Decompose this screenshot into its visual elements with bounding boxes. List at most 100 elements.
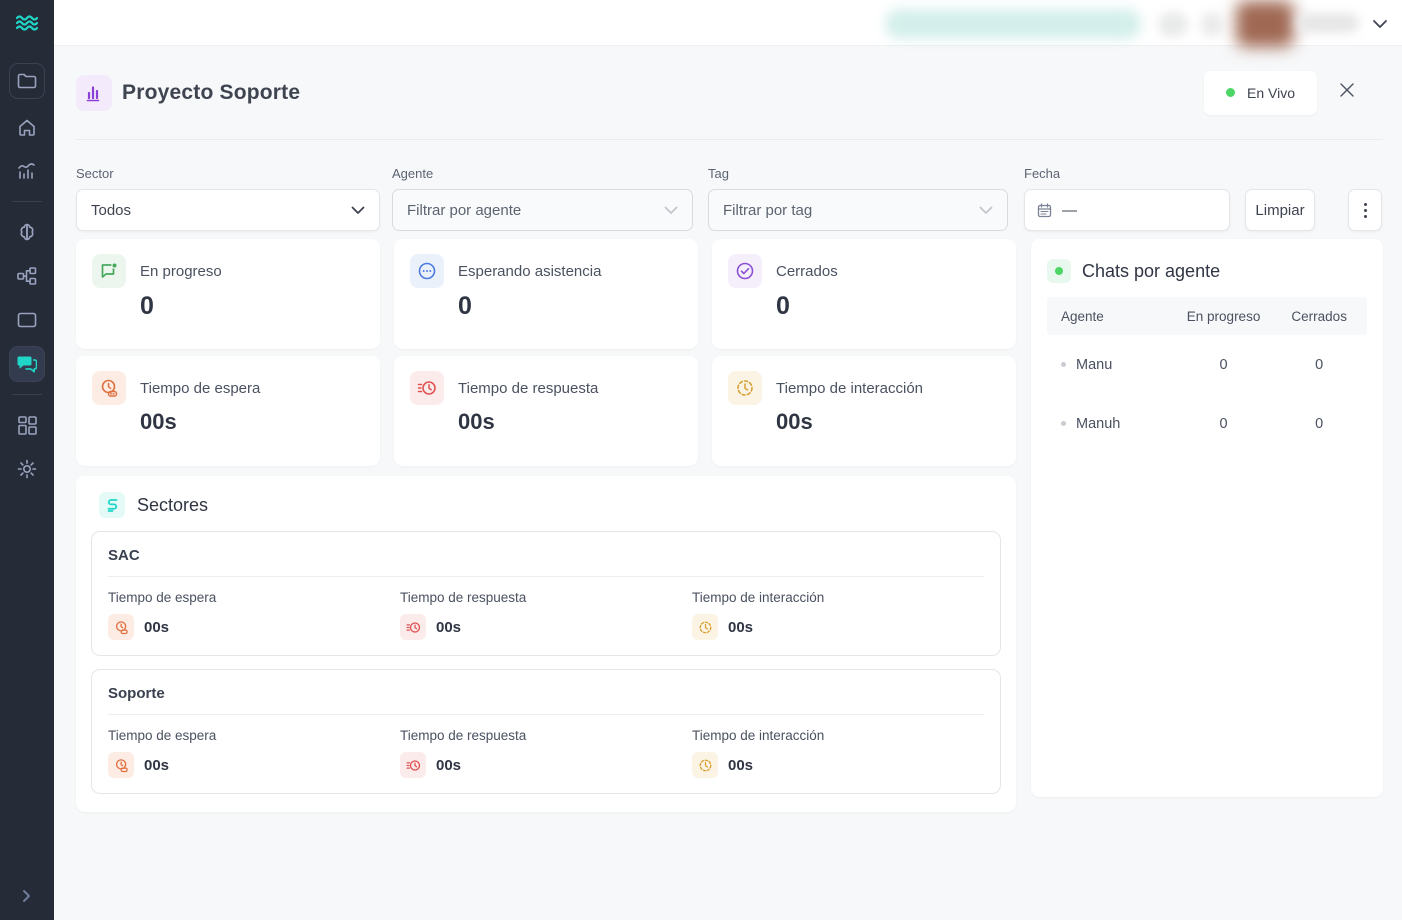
agent-bullet-icon [1061, 421, 1066, 426]
stat-label: Tiempo de espera [140, 380, 260, 397]
agente-filter-label: Agente [392, 166, 693, 181]
tag-select[interactable]: Filtrar por tag [708, 189, 1008, 231]
sidebar-item-workflows[interactable] [9, 258, 45, 294]
sidebar-item-analytics[interactable] [9, 153, 45, 189]
metric-tiempo-espera: Tiempo de espera [108, 728, 400, 778]
stat-card-esperando-asistencia: Esperando asistencia 0 [394, 239, 698, 349]
metric-tiempo-respuesta: Tiempo de respuesta [400, 728, 692, 778]
metric-label: Tiempo de interacción [692, 728, 984, 743]
sidebar-item-settings[interactable] [9, 451, 45, 487]
metric-value: 00s [436, 619, 461, 636]
app-window: Proyecto Soporte En Vivo Sector Tod [0, 0, 1402, 920]
stat-value: 0 [458, 292, 682, 321]
chevron-down-icon [351, 206, 365, 215]
sidebar-item-dashboard[interactable] [9, 407, 45, 443]
fecha-value: — [1062, 202, 1077, 219]
sidebar-item-home[interactable] [9, 109, 45, 145]
metric-label: Tiempo de espera [108, 728, 400, 743]
filter-bar: Sector Todos Agente Filtrar por agente [76, 166, 1383, 231]
more-options-button[interactable] [1348, 189, 1382, 231]
sector-card-sac: SAC Tiempo de espera [91, 531, 1001, 656]
sidebar-item-chats[interactable] [9, 346, 45, 382]
clock-dashed-icon [692, 614, 718, 640]
live-dot-icon [1226, 88, 1235, 97]
stats-column: En progreso 0 [76, 239, 1016, 812]
chevron-down-icon [979, 206, 993, 215]
sector-select[interactable]: Todos [76, 189, 380, 231]
column-header-en-progreso: En progreso [1176, 309, 1272, 324]
fecha-filter-label: Fecha [1024, 166, 1230, 181]
close-dashboard-button[interactable] [1339, 82, 1355, 103]
sectores-section: Sectores SAC Tiempo de espera [76, 476, 1016, 812]
clock-speed-icon [400, 752, 426, 778]
tag-filter-label: Tag [708, 166, 1008, 181]
clock-speed-icon [400, 614, 426, 640]
stat-value: 00s [776, 409, 1000, 435]
home-icon [17, 118, 37, 137]
chevron-down-icon [1372, 19, 1388, 29]
project-chart-icon [76, 75, 112, 111]
stat-card-cerrados: Cerrados 0 [712, 239, 1016, 349]
avatar [1236, 1, 1294, 47]
stat-label: En progreso [140, 263, 222, 280]
clear-filters-button[interactable]: Limpiar [1245, 189, 1315, 231]
live-label: En Vivo [1247, 85, 1295, 101]
kebab-icon [1364, 203, 1367, 206]
live-dot-icon [1047, 259, 1071, 283]
metric-tiempo-espera: Tiempo de espera [108, 590, 400, 640]
stat-value: 00s [140, 409, 364, 435]
chats-por-agente-panel: Chats por agente Agente En progreso Cerr… [1031, 239, 1383, 797]
chevron-down-icon [664, 206, 678, 215]
agent-bullet-icon [1061, 362, 1066, 367]
metric-tiempo-interaccion: Tiempo de interacción 0 [692, 590, 984, 640]
table-row[interactable]: Manuh 0 0 [1047, 394, 1367, 453]
stat-card-tiempo-respuesta: Tiempo de respuesta 00s [394, 356, 698, 466]
clock-wait-icon [108, 614, 134, 640]
brain-icon [17, 222, 37, 242]
stat-label: Tiempo de respuesta [458, 380, 598, 397]
stat-card-en-progreso: En progreso 0 [76, 239, 380, 349]
stat-value: 0 [140, 292, 364, 321]
live-status-badge[interactable]: En Vivo [1204, 71, 1317, 115]
metric-tiempo-interaccion: Tiempo de interacción 0 [692, 728, 984, 778]
agent-name: Manuh [1076, 416, 1120, 432]
clock-dashed-icon [692, 752, 718, 778]
metric-value: 00s [144, 619, 169, 636]
sidebar-item-projects[interactable] [9, 63, 45, 99]
sidebar [0, 0, 54, 920]
chevron-right-icon [21, 889, 33, 903]
metric-value: 00s [728, 757, 753, 774]
agent-en-progreso: 0 [1176, 416, 1272, 432]
main-area: Proyecto Soporte En Vivo Sector Tod [54, 0, 1402, 920]
page-header: Proyecto Soporte En Vivo [76, 46, 1383, 140]
dashboard-content: Proyecto Soporte En Vivo Sector Tod [54, 46, 1402, 920]
sector-name: SAC [108, 547, 984, 564]
chats-icon [17, 355, 37, 373]
clock-dashed-icon [728, 371, 762, 405]
stat-card-tiempo-espera: Tiempo de espera 00s [76, 356, 380, 466]
fecha-date-picker[interactable]: — [1024, 189, 1230, 231]
sidebar-collapse-toggle[interactable] [21, 889, 33, 908]
agent-en-progreso: 0 [1176, 357, 1272, 373]
chat-dot-icon [92, 254, 126, 288]
chats-panel-title: Chats por agente [1082, 261, 1220, 282]
sidebar-item-ai[interactable] [9, 214, 45, 250]
user-menu-toggle[interactable] [1372, 16, 1388, 34]
sidebar-item-pages[interactable] [9, 302, 45, 338]
agente-select[interactable]: Filtrar por agente [392, 189, 693, 231]
stat-label: Cerrados [776, 263, 838, 280]
table-row[interactable]: Manu 0 0 [1047, 335, 1367, 394]
stat-value: 0 [776, 292, 1000, 321]
column-header-cerrados: Cerrados [1271, 309, 1367, 324]
calendar-icon [1037, 203, 1052, 218]
metric-value: 00s [144, 757, 169, 774]
folder-icon [17, 73, 37, 89]
sectores-icon [99, 492, 125, 518]
agent-cerrados: 0 [1271, 416, 1367, 432]
dashboard-grid-icon [18, 416, 37, 435]
sector-filter-label: Sector [76, 166, 380, 181]
stat-card-tiempo-interaccion: Tiempo de interacción 00s [712, 356, 1016, 466]
agent-cerrados: 0 [1271, 357, 1367, 373]
blurred-notice-pill [885, 9, 1141, 39]
sectores-title: Sectores [137, 495, 208, 516]
